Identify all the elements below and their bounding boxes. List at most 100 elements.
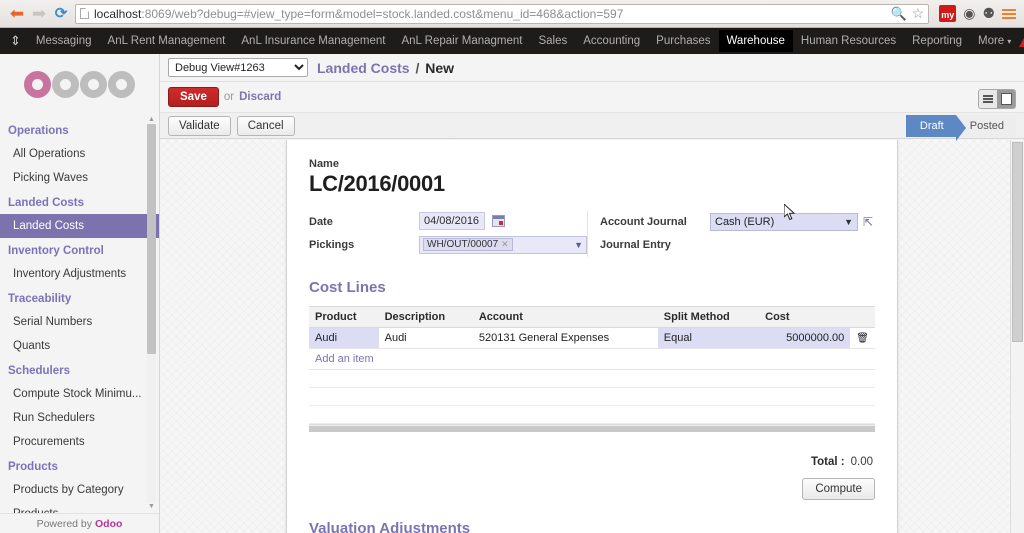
extensions-area: my ◉ ⚉ — [934, 5, 1000, 22]
reload-icon[interactable]: ⟳ — [50, 3, 72, 25]
topmenu-item-label: Sales — [538, 35, 567, 47]
sidebar-section-inventory-control[interactable]: Inventory Control — [0, 238, 159, 262]
journal-entry-row: Journal Entry — [600, 234, 875, 255]
trash-icon[interactable]: 🗑 — [850, 328, 875, 349]
sidebar-scrollbar[interactable]: ▲ ▼ — [147, 116, 156, 511]
name-label: Name — [309, 158, 875, 170]
sidebar-item-procurements[interactable]: Procurements — [0, 430, 159, 454]
view-switcher — [978, 89, 1016, 109]
save-button[interactable]: Save — [168, 87, 219, 107]
sidebar-item-products-by-category[interactable]: Products by Category — [0, 478, 159, 502]
topmenu-item-messaging[interactable]: Messaging — [28, 30, 100, 52]
pickings-label: Pickings — [309, 239, 419, 251]
calendar-icon[interactable] — [492, 215, 505, 227]
sidebar-item-picking-waves[interactable]: Picking Waves — [0, 166, 159, 190]
form-sheet-area: Name LC/2016/0001 Date 04/08/2016 Pickin… — [160, 140, 1024, 533]
field-column-left: Date 04/08/2016 Pickings W — [309, 211, 587, 257]
sidebar-item-quants[interactable]: Quants — [0, 334, 159, 358]
breadcrumb-root[interactable]: Landed Costs — [317, 60, 410, 76]
add-item-row[interactable]: Add an item — [309, 349, 875, 370]
sidebar-item-landed-costs[interactable]: Landed Costs — [0, 214, 159, 238]
sidebar-section-traceability[interactable]: Traceability — [0, 286, 159, 310]
topmenu-item-purchases[interactable]: Purchases — [648, 30, 718, 52]
validate-button[interactable]: Validate — [168, 116, 231, 136]
control-panel-row-actions: Validate Cancel DraftPosted — [160, 112, 1024, 139]
debug-view-select[interactable]: Debug View#1263 — [168, 58, 308, 77]
name-value[interactable]: LC/2016/0001 — [309, 171, 875, 197]
back-arrow-icon[interactable]: ⬅ — [6, 3, 28, 25]
address-bar[interactable]: localhost:8069/web?debug=#view_type=form… — [75, 4, 929, 24]
remove-tag-icon[interactable]: ✕ — [501, 239, 509, 250]
topmenu-item-warehouse[interactable]: Warehouse — [719, 30, 793, 52]
chevron-down-icon[interactable]: ▼ — [574, 240, 583, 250]
topmenu-item-label: Messaging — [36, 35, 92, 47]
date-input[interactable]: 04/08/2016 — [419, 212, 485, 230]
topmenu-item-anl-insurance-management[interactable]: AnL Insurance Management — [233, 30, 393, 52]
cell-description[interactable]: Audi — [379, 328, 473, 349]
hamburger-menu-icon[interactable] — [1000, 8, 1018, 20]
page-scrollbar[interactable] — [1010, 140, 1024, 533]
column-header-account: Account — [473, 307, 658, 328]
pickings-tag[interactable]: WH/OUT/00007 ✕ — [423, 238, 513, 251]
table-row[interactable]: AudiAudi520131 General ExpensesEqual5000… — [309, 328, 875, 349]
my-extension-icon[interactable]: my — [939, 5, 956, 22]
breadcrumb-current: New — [425, 60, 454, 76]
external-link-icon[interactable]: ⇱ — [863, 215, 873, 229]
topmenu-item-anl-repair-managment[interactable]: AnL Repair Managment — [393, 30, 530, 52]
topmenu-item-anl-rent-management[interactable]: AnL Rent Management — [100, 30, 234, 52]
sidebar-item-run-schedulers[interactable]: Run Schedulers — [0, 406, 159, 430]
table-empty-row — [309, 406, 875, 424]
topmenu-item-label: AnL Repair Managment — [401, 35, 522, 47]
browser-toolbar: ⬅ ➡ ⟳ localhost:8069/web?debug=#view_typ… — [0, 0, 1024, 28]
film-reel-icon[interactable]: ◉ — [963, 5, 975, 22]
cell-split-method[interactable]: Equal — [658, 328, 759, 349]
magnifier-icon[interactable]: 🔍 — [890, 6, 906, 22]
cell-account[interactable]: 520131 General Expenses — [473, 328, 658, 349]
page-icon — [80, 8, 89, 19]
sidebar-item-all-operations[interactable]: All Operations — [0, 142, 159, 166]
sidebar-item-inventory-adjustments[interactable]: Inventory Adjustments — [0, 262, 159, 286]
cancel-button[interactable]: Cancel — [237, 116, 295, 136]
scroll-down-arrow-icon[interactable]: ▼ — [147, 503, 156, 511]
list-view-icon[interactable] — [979, 90, 997, 108]
account-journal-select[interactable]: Cash (EUR) ▼ — [710, 213, 858, 231]
column-header-product: Product — [309, 307, 379, 328]
account-journal-label: Account Journal — [600, 216, 710, 228]
column-header-split-method: Split Method — [658, 307, 759, 328]
sidebar-section-operations[interactable]: Operations — [0, 118, 159, 142]
sidebar-section-products[interactable]: Products — [0, 454, 159, 478]
form-view-icon[interactable] — [997, 90, 1015, 108]
table-empty-row — [309, 370, 875, 388]
cell-product[interactable]: Audi — [309, 328, 379, 349]
topmenu-item-accounting[interactable]: Accounting — [575, 30, 648, 52]
discard-button[interactable]: Discard — [239, 91, 281, 103]
topmenu-item-label: Accounting — [583, 35, 640, 47]
column-header-cost: Cost — [759, 307, 850, 328]
topmenu-item-sales[interactable]: Sales — [530, 30, 575, 52]
chevron-down-icon[interactable]: ▼ — [844, 217, 853, 227]
table-header-row: ProductDescriptionAccountSplit MethodCos… — [309, 307, 875, 328]
sidebar-item-compute-stock-minimu-[interactable]: Compute Stock Minimu... — [0, 382, 159, 406]
sidebar-section-schedulers[interactable]: Schedulers — [0, 358, 159, 382]
status-bar: DraftPosted — [906, 112, 1016, 139]
date-row: Date 04/08/2016 — [309, 211, 587, 232]
pickings-input[interactable]: WH/OUT/00007 ✕ ▼ — [419, 236, 587, 254]
pickings-row: Pickings WH/OUT/00007 ✕ ▼ — [309, 234, 587, 255]
scroll-up-arrow-icon[interactable]: ▲ — [147, 116, 156, 124]
star-icon[interactable]: ☆ — [912, 5, 925, 22]
topmenu-item-more[interactable]: More▾ — [970, 30, 1019, 52]
cell-cost[interactable]: 5000000.00 — [759, 328, 850, 349]
warning-triangle-icon[interactable] — [1019, 36, 1024, 47]
updown-arrows-icon[interactable]: ⇕ — [0, 33, 28, 49]
topmenu-item-reporting[interactable]: Reporting — [904, 30, 970, 52]
sidebar-item-serial-numbers[interactable]: Serial Numbers — [0, 310, 159, 334]
paint-roller-icon[interactable]: ⚉ — [982, 5, 995, 22]
sidebar-section-landed-costs[interactable]: Landed Costs — [0, 190, 159, 214]
compute-button[interactable]: Compute — [802, 478, 875, 500]
forward-arrow-icon[interactable]: ➡ — [28, 3, 50, 25]
odoo-logo[interactable] — [0, 54, 159, 114]
add-an-item-link[interactable]: Add an item — [315, 353, 374, 365]
status-badge-draft[interactable]: Draft — [906, 115, 956, 137]
table-horizontal-scrollbar[interactable] — [309, 424, 875, 432]
topmenu-item-human-resources[interactable]: Human Resources — [793, 30, 904, 52]
